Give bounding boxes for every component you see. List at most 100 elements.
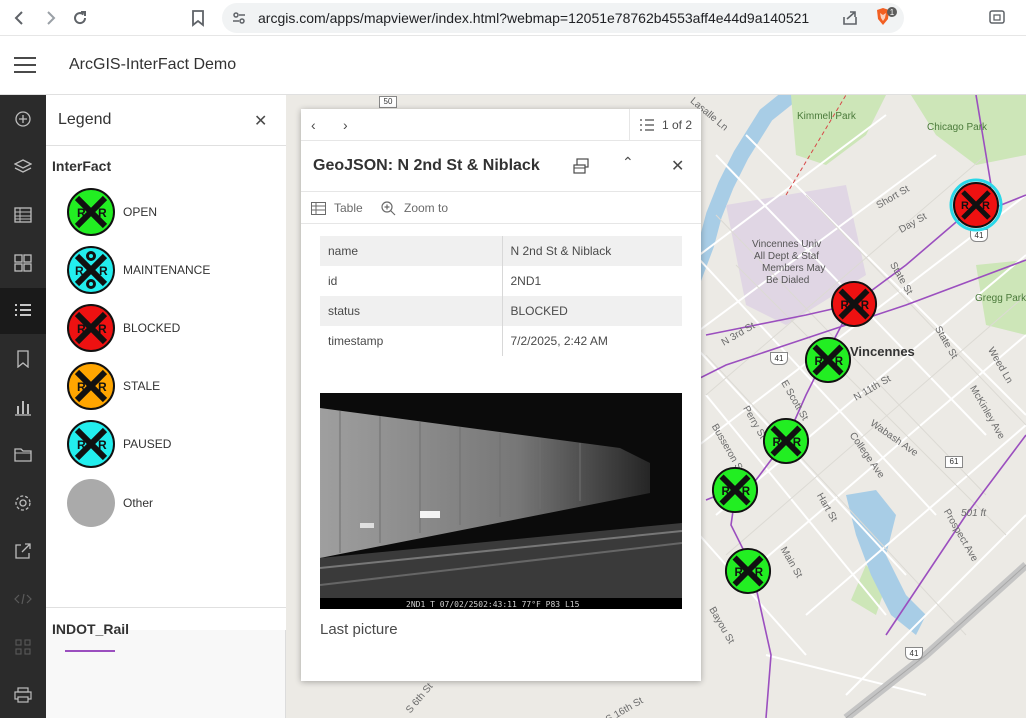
url-text[interactable]: arcgis.com/apps/mapviewer/index.html?web… [258, 10, 809, 26]
legend-icon[interactable] [0, 288, 46, 334]
site-settings-icon[interactable] [230, 9, 248, 27]
crossing-marker-open[interactable]: R R [724, 547, 772, 595]
forward-icon[interactable] [36, 4, 64, 32]
table-icon [311, 201, 326, 215]
map-label: Be Dialed [766, 275, 810, 286]
dock-icon[interactable] [572, 157, 590, 175]
svg-text:R: R [982, 200, 990, 212]
apps-icon [0, 624, 46, 670]
bookmark-icon[interactable] [0, 336, 46, 382]
attribute-value: 7/2/2025, 2:42 AM [510, 334, 608, 348]
table-action-button[interactable]: Table [311, 199, 363, 217]
table-icon[interactable] [0, 192, 46, 238]
basemap-icon[interactable] [0, 240, 46, 286]
zoom-in-icon [381, 200, 396, 215]
svg-text:R: R [98, 322, 107, 336]
popup-pagination: ‹ › 1 of 2 [301, 109, 701, 141]
legend-header: Legend ✕ [46, 95, 286, 146]
app-header: ArcGIS-InterFact Demo [0, 37, 1026, 95]
crossing-marker-open[interactable]: R R [711, 466, 759, 514]
camera-caption: 2ND1 T 07/02/2502:43:11 77°F P83 L15 [406, 600, 580, 609]
brave-shield-icon[interactable]: 1 [874, 7, 898, 29]
svg-text:R: R [755, 567, 764, 579]
map-elevation-label: 501 ft [961, 508, 987, 519]
embed-icon [0, 576, 46, 622]
legend-item-maintenance: R R MAINTENANCE [66, 245, 276, 295]
svg-text:R: R [98, 380, 107, 394]
share-icon[interactable] [0, 528, 46, 574]
highway-label: 41 [909, 649, 919, 658]
share-page-icon[interactable] [840, 8, 860, 28]
crossing-marker-open[interactable]: R R [804, 336, 852, 384]
settings-icon[interactable] [0, 480, 46, 526]
rr-blocked-icon: R R [67, 304, 115, 352]
rr-paused-icon: R R [67, 420, 115, 468]
crossing-marker-blocked[interactable]: R R [830, 280, 878, 328]
crossing-marker-blocked-selected[interactable]: R R [949, 178, 1003, 232]
map-label: Gregg Park [975, 293, 1026, 304]
svg-text:R: R [773, 437, 782, 449]
highway-label: 41 [774, 354, 784, 363]
browser-toolbar: arcgis.com/apps/mapviewer/index.html?web… [0, 0, 1026, 36]
table-action-label: Table [334, 201, 363, 215]
train-photo [320, 393, 682, 609]
close-icon[interactable]: ✕ [671, 156, 684, 176]
charts-icon[interactable] [0, 384, 46, 430]
layers-icon[interactable] [0, 144, 46, 190]
back-icon[interactable] [6, 4, 34, 32]
feature-list-icon[interactable] [639, 117, 655, 133]
legend-label: MAINTENANCE [123, 263, 211, 277]
attribute-key: timestamp [320, 326, 503, 356]
bookmark-page-icon[interactable] [186, 5, 210, 31]
map-label: Chicago Park [927, 122, 988, 133]
zoom-to-button[interactable]: Zoom to [381, 199, 448, 217]
svg-text:R: R [77, 438, 86, 452]
crossing-marker-open[interactable]: R R [762, 417, 810, 465]
address-bar[interactable]: arcgis.com/apps/mapviewer/index.html?web… [222, 3, 904, 33]
legend-label: Other [123, 496, 154, 510]
rr-crossing-icon: R R [67, 188, 115, 236]
svg-text:R: R [722, 486, 731, 498]
svg-text:R: R [835, 356, 844, 368]
chevron-right-icon[interactable]: › [343, 117, 348, 133]
popup-title: GeoJSON: N 2nd St & Niblack [313, 157, 540, 174]
legend-item-blocked: R R BLOCKED [66, 303, 276, 353]
extensions-icon[interactable] [988, 8, 1006, 26]
map-label: Vincennes Univ [752, 239, 822, 250]
page-count: 1 of 2 [662, 118, 693, 132]
legend-layer-title: INDOT_Rail [52, 621, 130, 637]
attribute-table: name N 2nd St & Niblack id 2ND1 status BLOC… [320, 236, 682, 356]
attribute-key: id [320, 266, 503, 296]
app-title: ArcGIS-InterFact Demo [69, 56, 237, 73]
legend-item-other: Other [66, 478, 276, 528]
camera-snapshot[interactable]: 2ND1 T 07/02/2502:43:11 77°F P83 L15 [320, 393, 682, 609]
legend-label: PAUSED [123, 437, 172, 451]
rr-maintenance-icon: R R [67, 246, 115, 294]
reload-icon[interactable] [66, 4, 94, 32]
folder-icon[interactable] [0, 432, 46, 478]
rail-line-swatch [65, 650, 115, 652]
legend-item-stale: R R STALE [66, 361, 276, 411]
chevron-up-icon[interactable]: ⌃ [622, 154, 634, 171]
svg-text:R: R [742, 486, 751, 498]
legend-title: Legend [58, 111, 112, 128]
svg-text:R: R [841, 300, 850, 312]
svg-text:R: R [77, 322, 86, 336]
svg-text:R: R [98, 438, 107, 452]
map-label: All Dept & Staf [754, 251, 820, 262]
divider [629, 109, 630, 141]
brave-badge: 1 [890, 8, 895, 17]
chevron-left-icon[interactable]: ‹ [311, 117, 316, 133]
print-icon[interactable] [0, 672, 46, 718]
svg-text:R: R [815, 356, 824, 368]
legend-label: BLOCKED [123, 321, 181, 335]
legend-item-open: R R OPEN [66, 187, 276, 237]
table-row: name N 2nd St & Niblack [320, 236, 682, 266]
svg-text:R: R [961, 200, 969, 212]
add-icon[interactable] [0, 96, 46, 142]
highway-label: 41 [974, 231, 984, 240]
menu-icon[interactable] [14, 57, 36, 75]
highway-shield: 41 [905, 647, 923, 660]
close-icon[interactable]: ✕ [254, 111, 267, 131]
highway-shield: 41 [770, 352, 788, 365]
